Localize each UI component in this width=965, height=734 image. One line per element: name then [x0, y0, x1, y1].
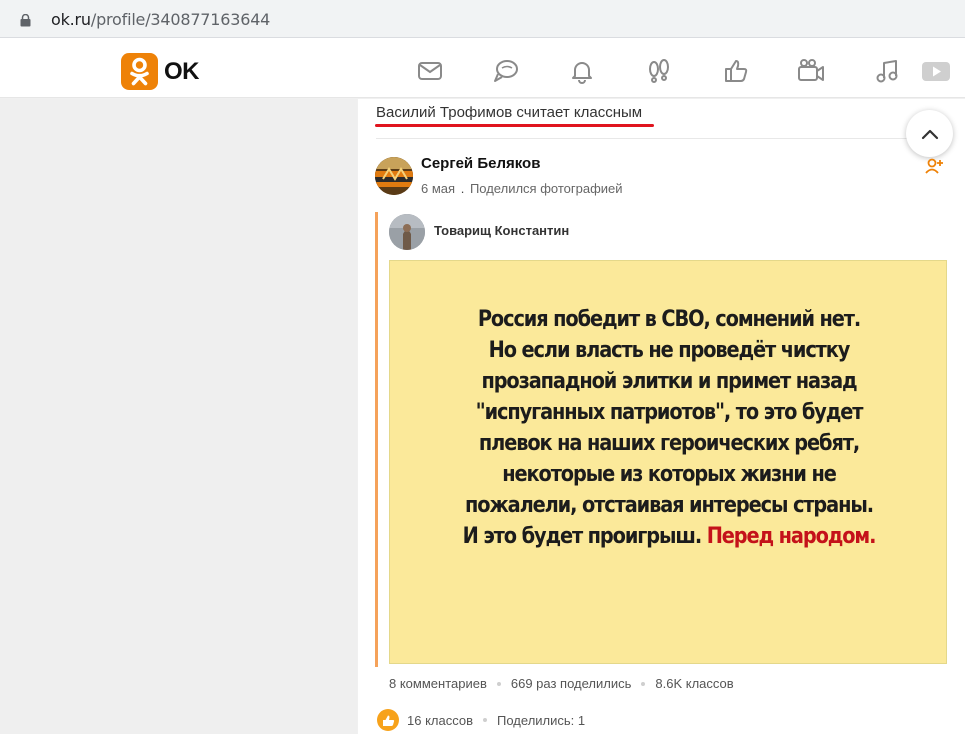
stats-separator: [641, 681, 646, 686]
mail-icon[interactable]: [416, 57, 444, 85]
reshare-author-name[interactable]: Товарищ Константин: [434, 223, 569, 238]
add-friend-icon[interactable]: [924, 156, 944, 176]
comments-count[interactable]: 8 комментариев: [389, 676, 487, 691]
photo-line: прозападной элитки и примет назад: [481, 368, 857, 394]
photo-line: Россия победит в СВО, сомнений нет.: [477, 306, 861, 332]
shares-count[interactable]: 669 раз поделились: [511, 676, 632, 691]
guests-icon[interactable]: [645, 57, 673, 85]
ok-logo[interactable]: OK: [121, 53, 200, 90]
left-column: [0, 99, 357, 734]
logo-text: OK: [164, 57, 200, 85]
liked-by-text[interactable]: Василий Трофимов считает классным: [376, 104, 642, 121]
reshare-indicator-bar: [375, 212, 378, 667]
reshare-author-avatar[interactable]: [389, 214, 425, 250]
events-icon[interactable]: [722, 57, 750, 85]
photo-line: "испуганных патриотов", то это будет: [475, 399, 864, 425]
post-date[interactable]: 6 мая: [421, 181, 455, 196]
video-call-icon[interactable]: [797, 57, 825, 85]
photo-red-text: Перед народом.: [706, 523, 877, 549]
lock-icon[interactable]: [20, 14, 31, 27]
url-path: /profile/340877163644: [90, 10, 271, 29]
actions-separator: [483, 718, 488, 722]
url-host: ok.ru: [51, 10, 91, 29]
ok-logo-icon: [121, 53, 158, 90]
likes-count[interactable]: 8.6K классов: [655, 676, 733, 691]
like-count-button[interactable]: 16 классов: [407, 713, 473, 728]
feed-divider: [376, 138, 946, 139]
photo-line: некоторые из которых жизни не: [502, 461, 837, 487]
music-icon[interactable]: [874, 57, 902, 85]
video-icon[interactable]: [921, 57, 951, 85]
share-count-button[interactable]: Поделились: 1: [497, 713, 585, 728]
post-photo[interactable]: Россия победит в СВО, сомнений нет. Но е…: [389, 260, 947, 664]
url-text[interactable]: ok.ru/profile/340877163644: [51, 10, 270, 29]
post-actions: 16 классов Поделились: 1: [377, 709, 585, 731]
chevron-up-icon: [921, 129, 938, 139]
highlight-underline: [375, 124, 654, 127]
photo-caption: Россия победит в СВО, сомнений нет. Но е…: [429, 304, 909, 552]
stats-separator: [496, 681, 501, 686]
author-avatar[interactable]: [375, 157, 413, 195]
site-header: OK: [0, 38, 965, 98]
photo-line: И это будет проигрыш.: [462, 523, 703, 549]
post-stats: 8 комментариев 669 раз поделились 8.6K к…: [389, 676, 734, 691]
discussions-icon[interactable]: [492, 57, 520, 85]
post-action: Поделился фотографией: [469, 181, 623, 196]
photo-line-last: И это будет проигрыш. Перед народом.: [429, 521, 909, 552]
photo-line: плевок на наших героических ребят,: [478, 430, 860, 456]
author-name[interactable]: Сергей Беляков: [421, 155, 540, 172]
photo-line: Но если власть не проведёт чистку: [488, 337, 851, 363]
notifications-icon[interactable]: [568, 57, 596, 85]
meta-separator: .: [460, 181, 465, 196]
photo-line: пожалели, отстаивая интересы страны.: [465, 492, 874, 518]
address-bar[interactable]: ok.ru/profile/340877163644: [6, 3, 964, 33]
scroll-to-top-button[interactable]: [906, 110, 953, 157]
like-icon[interactable]: [377, 709, 399, 731]
browser-toolbar: ok.ru/profile/340877163644: [0, 0, 965, 38]
post-meta: 6 мая . Поделился фотографией: [421, 181, 623, 196]
